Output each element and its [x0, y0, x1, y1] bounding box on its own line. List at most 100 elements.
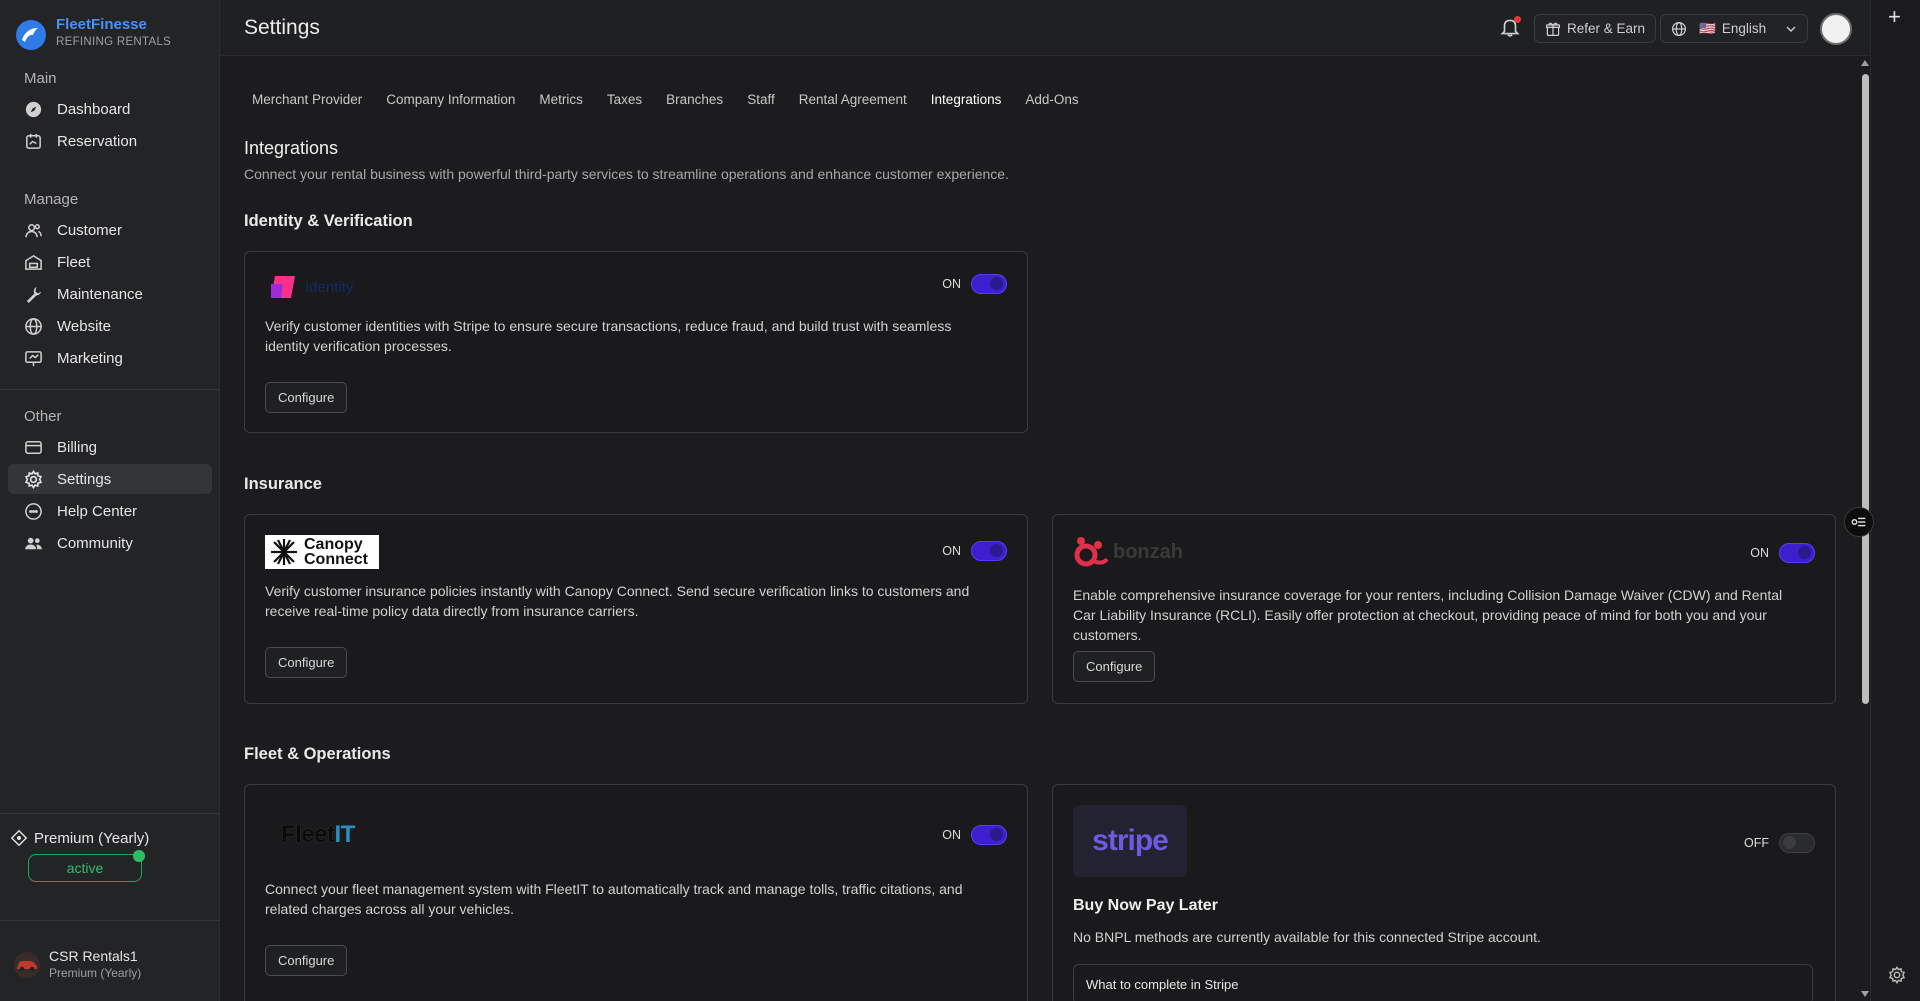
refer-earn-label: Refer & Earn: [1567, 21, 1646, 36]
fleetit-toggle[interactable]: ON: [942, 825, 1007, 845]
sidebar-item-billing[interactable]: Billing: [8, 432, 212, 462]
sidebar-item-fleet[interactable]: Fleet: [8, 247, 212, 277]
sidebar-divider: [0, 920, 220, 921]
fleetit-logo: FleetIT: [281, 821, 355, 849]
sidebar-item-community[interactable]: Community: [8, 528, 212, 558]
sidebar-item-reservation[interactable]: Reservation: [8, 126, 212, 156]
stripe-identity-icon: [271, 276, 295, 298]
section-label-manage: Manage: [24, 191, 79, 208]
tab-merchant-provider[interactable]: Merchant Provider: [244, 88, 378, 110]
stripe-identity-logo: Identity: [269, 274, 353, 300]
account-name: CSR Rentals1: [49, 948, 138, 964]
stripe-bnpl-toggle[interactable]: OFF: [1744, 833, 1815, 853]
tab-rental-agreement[interactable]: Rental Agreement: [791, 88, 923, 110]
stripe-identity-toggle[interactable]: ON: [942, 274, 1007, 294]
account-switcher[interactable]: CSR Rentals1 Premium (Yearly): [14, 948, 141, 981]
bonzah-logo: bonzah: [1073, 535, 1183, 569]
bonzah-wordmark: bonzah: [1113, 540, 1183, 563]
brand-tagline: REFINING RENTALS: [56, 36, 172, 48]
gear-icon[interactable]: [1888, 966, 1906, 984]
integrations-subtitle: Connect your rental business with powerf…: [244, 166, 1009, 182]
chat-bubble-icon: [24, 502, 43, 521]
scroll-down-arrow-icon[interactable]: [1861, 991, 1869, 997]
gear-icon: [24, 469, 43, 489]
tab-integrations[interactable]: Integrations: [923, 88, 1018, 110]
page-title: Settings: [244, 16, 320, 39]
top-header: Settings Refer & Earn 🇺🇸 English: [220, 0, 1870, 56]
toggle-list-icon: [1851, 517, 1866, 527]
configure-button[interactable]: Configure: [265, 945, 348, 976]
stripe-complete-label: What to complete in Stripe: [1086, 977, 1239, 992]
sidebar-item-help-center[interactable]: Help Center: [8, 496, 212, 526]
canopy-toggle[interactable]: ON: [942, 541, 1007, 561]
brand-name: FleetFinesse: [56, 16, 147, 33]
section-identity-verification: Identity & Verification: [244, 212, 413, 230]
sidebar-item-dashboard[interactable]: Dashboard: [8, 94, 212, 124]
fleetfinesse-logo-icon: [16, 20, 46, 50]
globe-icon: [1672, 21, 1686, 36]
sidebar-item-label: Settings: [57, 470, 112, 488]
bnpl-title: Buy Now Pay Later: [1073, 897, 1218, 914]
sidebar-item-label: Customer: [57, 221, 123, 239]
toggle-state-label: ON: [942, 828, 961, 842]
sidebar-item-label: Help Center: [57, 502, 138, 520]
calendar-car-icon: [24, 132, 43, 151]
sidebar-item-customer[interactable]: Customer: [8, 215, 212, 245]
users-icon: [24, 221, 43, 240]
stripe-bnpl-card: stripe OFF Buy Now Pay Later No BNPL met…: [1052, 784, 1836, 1001]
toggle-switch[interactable]: [1779, 833, 1815, 853]
sidebar-item-settings[interactable]: Settings: [8, 464, 212, 494]
sidebar-item-label: Fleet: [57, 253, 91, 271]
toggle-state-label: ON: [942, 277, 961, 291]
toggle-switch[interactable]: [971, 541, 1007, 561]
sidebar-item-marketing[interactable]: Marketing: [8, 343, 212, 373]
refer-earn-button[interactable]: Refer & Earn: [1534, 14, 1657, 43]
plan-info: Premium (Yearly): [10, 829, 149, 847]
section-fleet-operations: Fleet & Operations: [244, 745, 391, 763]
plus-icon[interactable]: +: [1888, 4, 1901, 30]
canopy-connect-logo: Canopy Connect: [265, 535, 379, 569]
configure-button[interactable]: Configure: [1073, 651, 1156, 682]
tab-company-information[interactable]: Company Information: [378, 88, 531, 110]
scroll-up-arrow-icon[interactable]: [1861, 60, 1869, 66]
sidebar-item-maintenance[interactable]: Maintenance: [8, 279, 212, 309]
floating-tools-button[interactable]: [1844, 507, 1874, 537]
notification-dot: [1514, 16, 1521, 23]
stripe-complete-panel[interactable]: What to complete in Stripe: [1073, 964, 1813, 1001]
fleetit-card: FleetIT ON Connect your fleet management…: [244, 784, 1028, 1001]
tab-staff[interactable]: Staff: [739, 88, 791, 110]
language-select[interactable]: 🇺🇸 English: [1660, 14, 1808, 43]
toggle-switch[interactable]: [971, 825, 1007, 845]
presentation-icon: [24, 349, 43, 368]
account-plan: Premium (Yearly): [49, 966, 142, 980]
account-avatar: [14, 951, 40, 978]
integrations-heading: Integrations: [244, 138, 339, 158]
tab-branches[interactable]: Branches: [658, 88, 739, 110]
fleetit-wordmark-fleet: Fleet: [281, 821, 335, 848]
notifications-bell[interactable]: [1499, 16, 1523, 40]
tab-metrics[interactable]: Metrics: [531, 88, 599, 110]
bonzah-hand-icon: [1074, 537, 1109, 567]
tab-taxes[interactable]: Taxes: [599, 88, 658, 110]
sidebar-divider: [0, 813, 220, 814]
scroll-thumb[interactable]: [1862, 74, 1869, 704]
credit-card-icon: [24, 438, 43, 457]
tab-add-ons[interactable]: Add-Ons: [1017, 88, 1094, 110]
sidebar-item-label: Reservation: [57, 132, 138, 150]
bonzah-toggle[interactable]: ON: [1750, 543, 1815, 563]
sidebar-item-label: Dashboard: [57, 100, 131, 118]
user-avatar[interactable]: [1820, 13, 1852, 45]
configure-button[interactable]: Configure: [265, 647, 348, 678]
brand[interactable]: FleetFinesse REFINING RENTALS: [14, 16, 171, 52]
chevron-down-icon: [1786, 26, 1796, 32]
stripe-identity-card: Identity ON Verify customer identities w…: [244, 251, 1028, 433]
toggle-switch[interactable]: [971, 274, 1007, 294]
stripe-logo: stripe: [1073, 805, 1187, 877]
group-icon: [24, 534, 43, 553]
configure-button[interactable]: Configure: [265, 382, 348, 413]
gift-icon: [1546, 22, 1560, 36]
sidebar-item-website[interactable]: Website: [8, 311, 212, 341]
toggle-switch[interactable]: [1779, 543, 1815, 563]
garage-icon: [24, 253, 43, 272]
stripe-identity-description: Verify customer identities with Stripe t…: [265, 318, 952, 354]
